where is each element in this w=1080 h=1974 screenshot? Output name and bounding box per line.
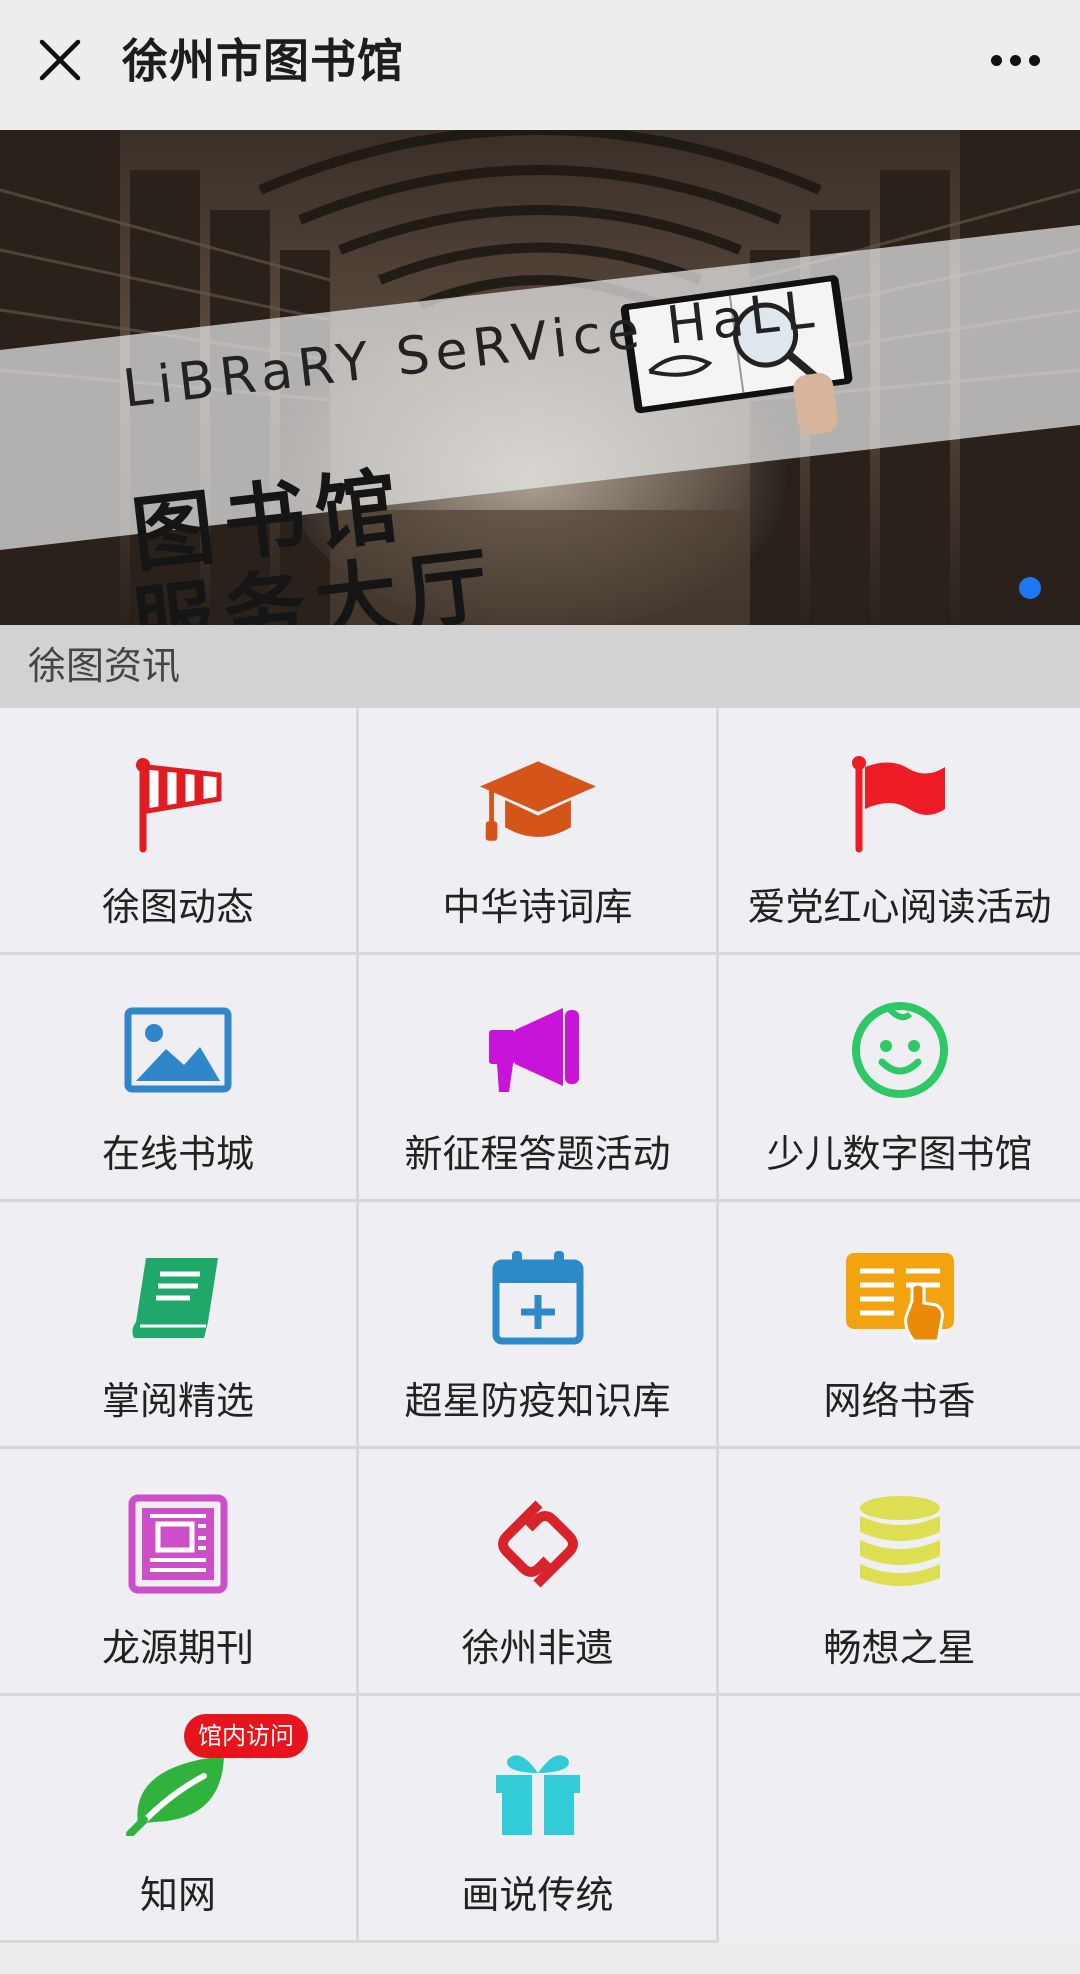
grid-item-quiz[interactable]: 新征程答题活动 <box>359 955 719 1202</box>
grid-item-poetry[interactable]: 中华诗词库 <box>359 708 719 955</box>
page-title: 徐州市图书馆 <box>122 34 404 88</box>
windsock-icon <box>118 748 238 858</box>
flag-icon <box>840 748 960 858</box>
close-button[interactable] <box>28 28 92 92</box>
grid-item-red-reading[interactable]: 爱党红心阅读活动 <box>719 708 1080 955</box>
grid-item-tradition[interactable]: 画说传统 <box>359 1696 719 1943</box>
grid-item-kids-library[interactable]: 少儿数字图书馆 <box>719 955 1080 1202</box>
database-icon <box>840 1489 960 1599</box>
reading-document-icon <box>840 1242 960 1352</box>
grid-item-label: 少儿数字图书馆 <box>766 1132 1033 1176</box>
grid-item-label: 知网 <box>139 1873 216 1917</box>
grid-item-label: 爱党红心阅读活动 <box>747 885 1052 929</box>
grid-item-label: 畅想之星 <box>823 1626 976 1670</box>
grid-item-xuzhou-heritage[interactable]: 徐州非遗 <box>359 1449 719 1696</box>
banner-carousel[interactable]: LiBRaRY SeRVice HaLL 图书馆 服务大厅 <box>0 130 1080 625</box>
baby-face-icon <box>840 995 960 1105</box>
image-icon <box>118 995 238 1105</box>
grid-item-label: 在线书城 <box>101 1132 254 1176</box>
graduation-cap-icon <box>478 748 598 858</box>
grid-item-label: 徐州非遗 <box>461 1626 614 1670</box>
grid-item-label: 网络书香 <box>823 1379 976 1423</box>
grid-item-changxiang-star[interactable]: 畅想之星 <box>719 1449 1080 1696</box>
more-button[interactable] <box>980 30 1050 90</box>
grid-item-web-reading[interactable]: 网络书香 <box>719 1202 1080 1449</box>
megaphone-icon <box>478 995 598 1105</box>
service-grid: 徐图动态 中华诗词库 爱党红心阅读活动 在线书城 新征程答题活动 少儿数字图书馆… <box>0 708 1080 1943</box>
grid-empty-cell <box>719 1696 1080 1943</box>
grid-item-label: 掌阅精选 <box>101 1379 254 1423</box>
grid-item-longyuan-journals[interactable]: 龙源期刊 <box>0 1449 359 1696</box>
close-icon <box>39 39 81 81</box>
grid-item-label: 中华诗词库 <box>442 885 633 929</box>
section-header: 徐图资讯 <box>0 625 1080 708</box>
calendar-plus-icon <box>478 1242 598 1352</box>
grid-item-news[interactable]: 徐图动态 <box>0 708 359 955</box>
more-icon <box>990 54 1040 66</box>
grid-item-label: 徐图动态 <box>101 885 254 929</box>
top-bar: 徐州市图书馆 <box>0 0 1080 130</box>
grid-item-label: 超星防疫知识库 <box>404 1379 671 1423</box>
grid-item-cnki[interactable]: 馆内访问 知网 <box>0 1696 359 1943</box>
gift-icon <box>478 1736 598 1846</box>
grid-item-online-bookstore[interactable]: 在线书城 <box>0 955 359 1202</box>
grid-item-epidemic-knowledge[interactable]: 超星防疫知识库 <box>359 1202 719 1449</box>
grid-item-label: 画说传统 <box>461 1873 614 1917</box>
grid-item-ireader[interactable]: 掌阅精选 <box>0 1202 359 1449</box>
carousel-indicator[interactable] <box>1019 577 1041 599</box>
chain-link-icon <box>478 1489 598 1599</box>
grid-item-label: 新征程答题活动 <box>404 1132 671 1176</box>
book-icon <box>118 1242 238 1352</box>
grid-item-label: 龙源期刊 <box>101 1626 254 1670</box>
newspaper-icon <box>118 1489 238 1599</box>
access-badge: 馆内访问 <box>184 1714 308 1758</box>
